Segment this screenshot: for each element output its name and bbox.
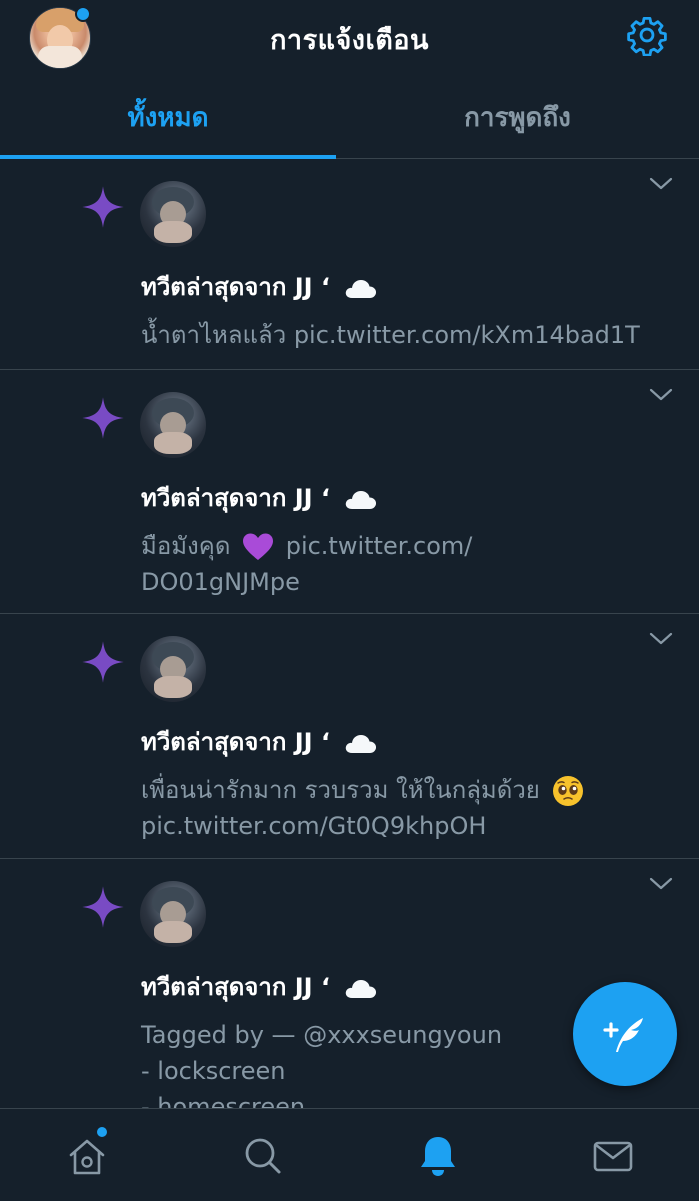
- bell-icon[interactable]: [413, 1131, 463, 1181]
- cloud-emoji-icon: [346, 280, 377, 298]
- cloud-emoji-icon: [346, 980, 377, 998]
- top-header: การแจ้งเตือน: [0, 0, 699, 78]
- purple-heart-icon: [243, 533, 274, 560]
- home-notification-dot: [95, 1125, 109, 1139]
- sparkle-icon: [82, 186, 124, 228]
- gear-icon[interactable]: [626, 14, 668, 56]
- notification-title: ทวีตล่าสุดจาก JJ ‘: [141, 267, 378, 306]
- tweet-link[interactable]: pic.twitter.com/Gt0Q9khpOH: [141, 808, 681, 844]
- chevron-down-icon[interactable]: [648, 386, 674, 404]
- notification-text: - homescreen: [141, 1093, 306, 1109]
- sparkle-icon: [82, 397, 124, 439]
- compose-tweet-button[interactable]: [573, 982, 677, 1086]
- notification-item[interactable]: ทวีตล่าสุดจาก JJ ‘ มือมังคุด pic.twitter…: [0, 370, 699, 614]
- tweet-author-avatar[interactable]: [140, 636, 206, 702]
- notification-body: เพื่อนน่ารักมาก รวบรวม ให้ในกลุ่มด้วย pi…: [141, 772, 681, 844]
- search-icon[interactable]: [238, 1131, 288, 1181]
- compose-tweet-icon: [603, 1018, 643, 1052]
- notification-text: มือมังคุด: [141, 532, 231, 560]
- notification-body: มือมังคุด pic.twitter.com/ DO01gNJMpe: [141, 528, 681, 600]
- notification-title: ทวีตล่าสุดจาก JJ ‘: [141, 722, 378, 761]
- notification-text: เพื่อนน่ารักมาก รวบรวม ให้ในกลุ่มด้วย: [141, 776, 540, 804]
- mail-icon[interactable]: [588, 1131, 638, 1181]
- tab-mentions[interactable]: การพูดถึง: [336, 78, 699, 158]
- page-title: การแจ้งเตือน: [270, 25, 429, 56]
- tweet-link[interactable]: DO01gNJMpe: [141, 564, 681, 600]
- cloud-emoji-icon: [346, 735, 377, 753]
- notification-item[interactable]: ทวีตล่าสุดจาก JJ ‘ เพื่อนน่ารักมาก รวบรว…: [0, 614, 699, 859]
- tab-all[interactable]: ทั้งหมด: [0, 78, 336, 158]
- sparkle-icon: [82, 886, 124, 928]
- notification-tabs: ทั้งหมด การพูดถึง: [0, 78, 699, 159]
- bottom-navigation: [0, 1108, 699, 1201]
- chevron-down-icon[interactable]: [648, 630, 674, 648]
- cloud-emoji-icon: [346, 491, 377, 509]
- notification-item[interactable]: ทวีตล่าสุดจาก JJ ‘ น้ำตาไหลแล้ว pic.twit…: [0, 159, 699, 370]
- pleading-face-icon: [552, 776, 583, 806]
- tweet-author-avatar[interactable]: [140, 181, 206, 247]
- chevron-down-icon[interactable]: [648, 875, 674, 893]
- tweet-author-avatar[interactable]: [140, 392, 206, 458]
- sparkle-icon: [82, 641, 124, 683]
- notification-title: ทวีตล่าสุดจาก JJ ‘: [141, 967, 378, 1006]
- notifications-feed: ทวีตล่าสุดจาก JJ ‘ น้ำตาไหลแล้ว pic.twit…: [0, 159, 699, 1109]
- notification-body: น้ำตาไหลแล้ว pic.twitter.com/kXm14bad1T: [141, 317, 681, 353]
- notification-title: ทวีตล่าสุดจาก JJ ‘: [141, 478, 378, 517]
- chevron-down-icon[interactable]: [648, 175, 674, 193]
- tweet-author-avatar[interactable]: [140, 881, 206, 947]
- tweet-link[interactable]: pic.twitter.com/: [286, 532, 473, 560]
- notification-text: น้ำตาไหลแล้ว pic.twitter.com/kXm14bad1T: [141, 321, 640, 349]
